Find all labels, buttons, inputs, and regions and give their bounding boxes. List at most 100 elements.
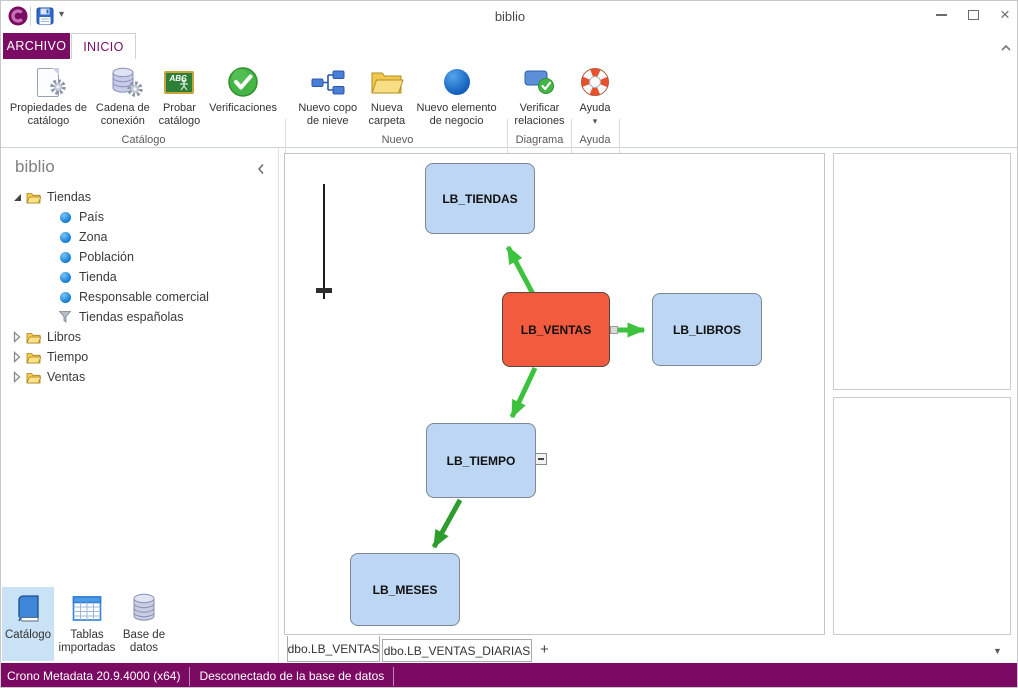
ribbon-group-diagrama: Verificar relaciones Diagrama: [509, 59, 570, 147]
filter-funnel-icon: [57, 311, 73, 323]
database-icon: [131, 587, 157, 629]
ribbon-group-label: Nuevo: [289, 134, 506, 146]
verifications-button[interactable]: Verificaciones: [207, 61, 279, 116]
folder-icon: [370, 62, 404, 102]
expander-collapsed-icon[interactable]: [9, 351, 25, 363]
doc-tab-lb-ventas[interactable]: dbo.LB_VENTAS: [287, 636, 380, 662]
catalog-properties-icon: [37, 62, 59, 102]
zoom-slider-handle[interactable]: [316, 288, 332, 293]
view-tablas-importadas-button[interactable]: Tablas importadas: [58, 587, 116, 661]
tree-item-tiendas[interactable]: Tiendas: [1, 187, 279, 207]
test-catalog-icon: ABC: [164, 62, 194, 102]
attribute-dot-icon: [57, 212, 73, 223]
zoom-slider-track[interactable]: [323, 184, 325, 299]
catalog-tree: Tiendas País Zona Población Tienda Respo…: [1, 187, 279, 387]
quick-access-divider: [30, 6, 31, 26]
new-folder-button[interactable]: Nueva carpeta: [366, 61, 407, 129]
tree-item-ventas[interactable]: Ventas: [1, 367, 279, 387]
ribbon-collapse-button[interactable]: [1000, 39, 1016, 53]
sidebar-title: biblio: [15, 157, 55, 177]
add-tab-button[interactable]: +: [540, 641, 549, 658]
app-logo-icon[interactable]: [8, 6, 28, 26]
lifebuoy-icon: [579, 62, 611, 102]
tree-item-responsable-comercial[interactable]: Responsable comercial: [1, 287, 279, 307]
sidebar-collapse-button[interactable]: [257, 162, 269, 174]
folder-icon: [25, 331, 41, 344]
view-catalogo-button[interactable]: Catálogo: [2, 587, 54, 661]
connection-string-icon: [110, 62, 136, 102]
tab-list-dropdown-icon[interactable]: ▼: [993, 646, 1002, 656]
diagram-node-lb-tiendas[interactable]: LB_TIENDAS: [425, 163, 535, 234]
catalog-properties-button[interactable]: Propiedades de catálogo: [8, 61, 89, 129]
close-button[interactable]: ×: [990, 1, 1018, 29]
view-base-de-datos-button[interactable]: Base de datos: [118, 587, 170, 661]
shape-check-icon: [523, 62, 555, 102]
catalog-book-icon: [12, 587, 44, 629]
connection-string-button[interactable]: Cadena de conexión: [94, 61, 152, 129]
minimize-button[interactable]: [926, 1, 956, 29]
test-catalog-button[interactable]: ABC Probar catálogo: [157, 61, 203, 129]
attribute-dot-icon: [57, 272, 73, 283]
ribbon: Propiedades de catálogo: [1, 59, 1018, 148]
tree-item-poblacion[interactable]: Población: [1, 247, 279, 267]
verify-relations-button[interactable]: Verificar relaciones: [512, 61, 566, 129]
ribbon-group-nuevo: Nuevo copo de nieve Nueva carpeta: [289, 59, 506, 147]
minimize-icon: [936, 14, 947, 16]
attribute-dot-icon: [57, 232, 73, 243]
diagram-node-lb-tiempo[interactable]: LB_TIEMPO: [426, 423, 536, 498]
tree-item-zona[interactable]: Zona: [1, 227, 279, 247]
folder-icon: [25, 351, 41, 364]
edge-connector-handle: [610, 326, 618, 334]
ribbon-group-catalogo: Propiedades de catálogo: [3, 59, 284, 147]
doc-tab-lb-ventas-diarias[interactable]: dbo.LB_VENTAS_DIARIAS: [382, 639, 532, 662]
diagram-node-lb-meses[interactable]: LB_MESES: [350, 553, 460, 626]
maximize-icon: [968, 10, 979, 20]
new-snowflake-button[interactable]: Nuevo copo de nieve: [296, 61, 359, 129]
folder-icon: [25, 371, 41, 384]
expander-collapsed-icon[interactable]: [9, 331, 25, 343]
folder-icon: [25, 191, 41, 204]
tab-archivo[interactable]: ARCHIVO: [3, 33, 70, 59]
ribbon-group-ayuda: Ayuda ▾ Ayuda: [572, 59, 618, 147]
application-window: biblio ▾ × ARCHIVO INICIO: [0, 0, 1018, 688]
status-connection: Desconectado de la base de datos: [190, 667, 394, 686]
edge-ventas-tiendas: [508, 247, 533, 294]
tree-item-libros[interactable]: Libros: [1, 327, 279, 347]
imported-tables-icon: [72, 587, 102, 629]
status-bar: Crono Metadata 20.9.4000 (x64) Desconect…: [1, 663, 1018, 688]
help-dropdown-icon[interactable]: ▾: [593, 116, 598, 126]
tree-item-tiendas-espanolas[interactable]: Tiendas españolas: [1, 307, 279, 327]
ribbon-group-label: Diagrama: [509, 134, 570, 146]
edge-ventas-tiempo: [512, 368, 535, 417]
check-circle-icon: [227, 62, 259, 102]
ribbon-group-label: Catálogo: [3, 134, 284, 146]
tree-item-tienda[interactable]: Tienda: [1, 267, 279, 287]
diagram-node-lb-ventas[interactable]: LB_VENTAS: [502, 292, 610, 367]
expander-expanded-icon[interactable]: [9, 193, 25, 202]
edge-tiempo-meses: [434, 500, 460, 547]
maximize-button[interactable]: [958, 1, 988, 29]
tree-item-tiempo[interactable]: Tiempo: [1, 347, 279, 367]
snowflake-schema-icon: [311, 62, 345, 102]
side-panel-bottom: [833, 397, 1011, 635]
minus-icon: [538, 458, 544, 460]
catalog-sidebar: biblio Tiendas País Zon: [1, 148, 279, 663]
quick-access-dropdown-icon[interactable]: ▾: [59, 9, 64, 20]
expander-collapsed-icon[interactable]: [9, 371, 25, 383]
node-collapse-button[interactable]: [535, 453, 547, 465]
tree-item-pais[interactable]: País: [1, 207, 279, 227]
blue-sphere-icon: [444, 62, 470, 102]
side-panel-top: [833, 153, 1011, 390]
title-bar: biblio ▾ ×: [1, 1, 1018, 31]
save-button[interactable]: [36, 7, 54, 25]
window-title: biblio: [1, 9, 1018, 24]
help-button[interactable]: Ayuda ▾: [577, 61, 613, 129]
diagram-canvas[interactable]: LB_TIENDAS LB_VENTAS LB_LIBROS LB_TIEMPO…: [284, 153, 825, 635]
ribbon-group-label: Ayuda: [572, 134, 618, 146]
new-business-element-button[interactable]: Nuevo elemento de negocio: [415, 61, 499, 129]
tab-inicio[interactable]: INICIO: [71, 33, 136, 60]
zoom-slider[interactable]: [315, 184, 333, 299]
diagram-node-lb-libros[interactable]: LB_LIBROS: [652, 293, 762, 366]
attribute-dot-icon: [57, 292, 73, 303]
attribute-dot-icon: [57, 252, 73, 263]
